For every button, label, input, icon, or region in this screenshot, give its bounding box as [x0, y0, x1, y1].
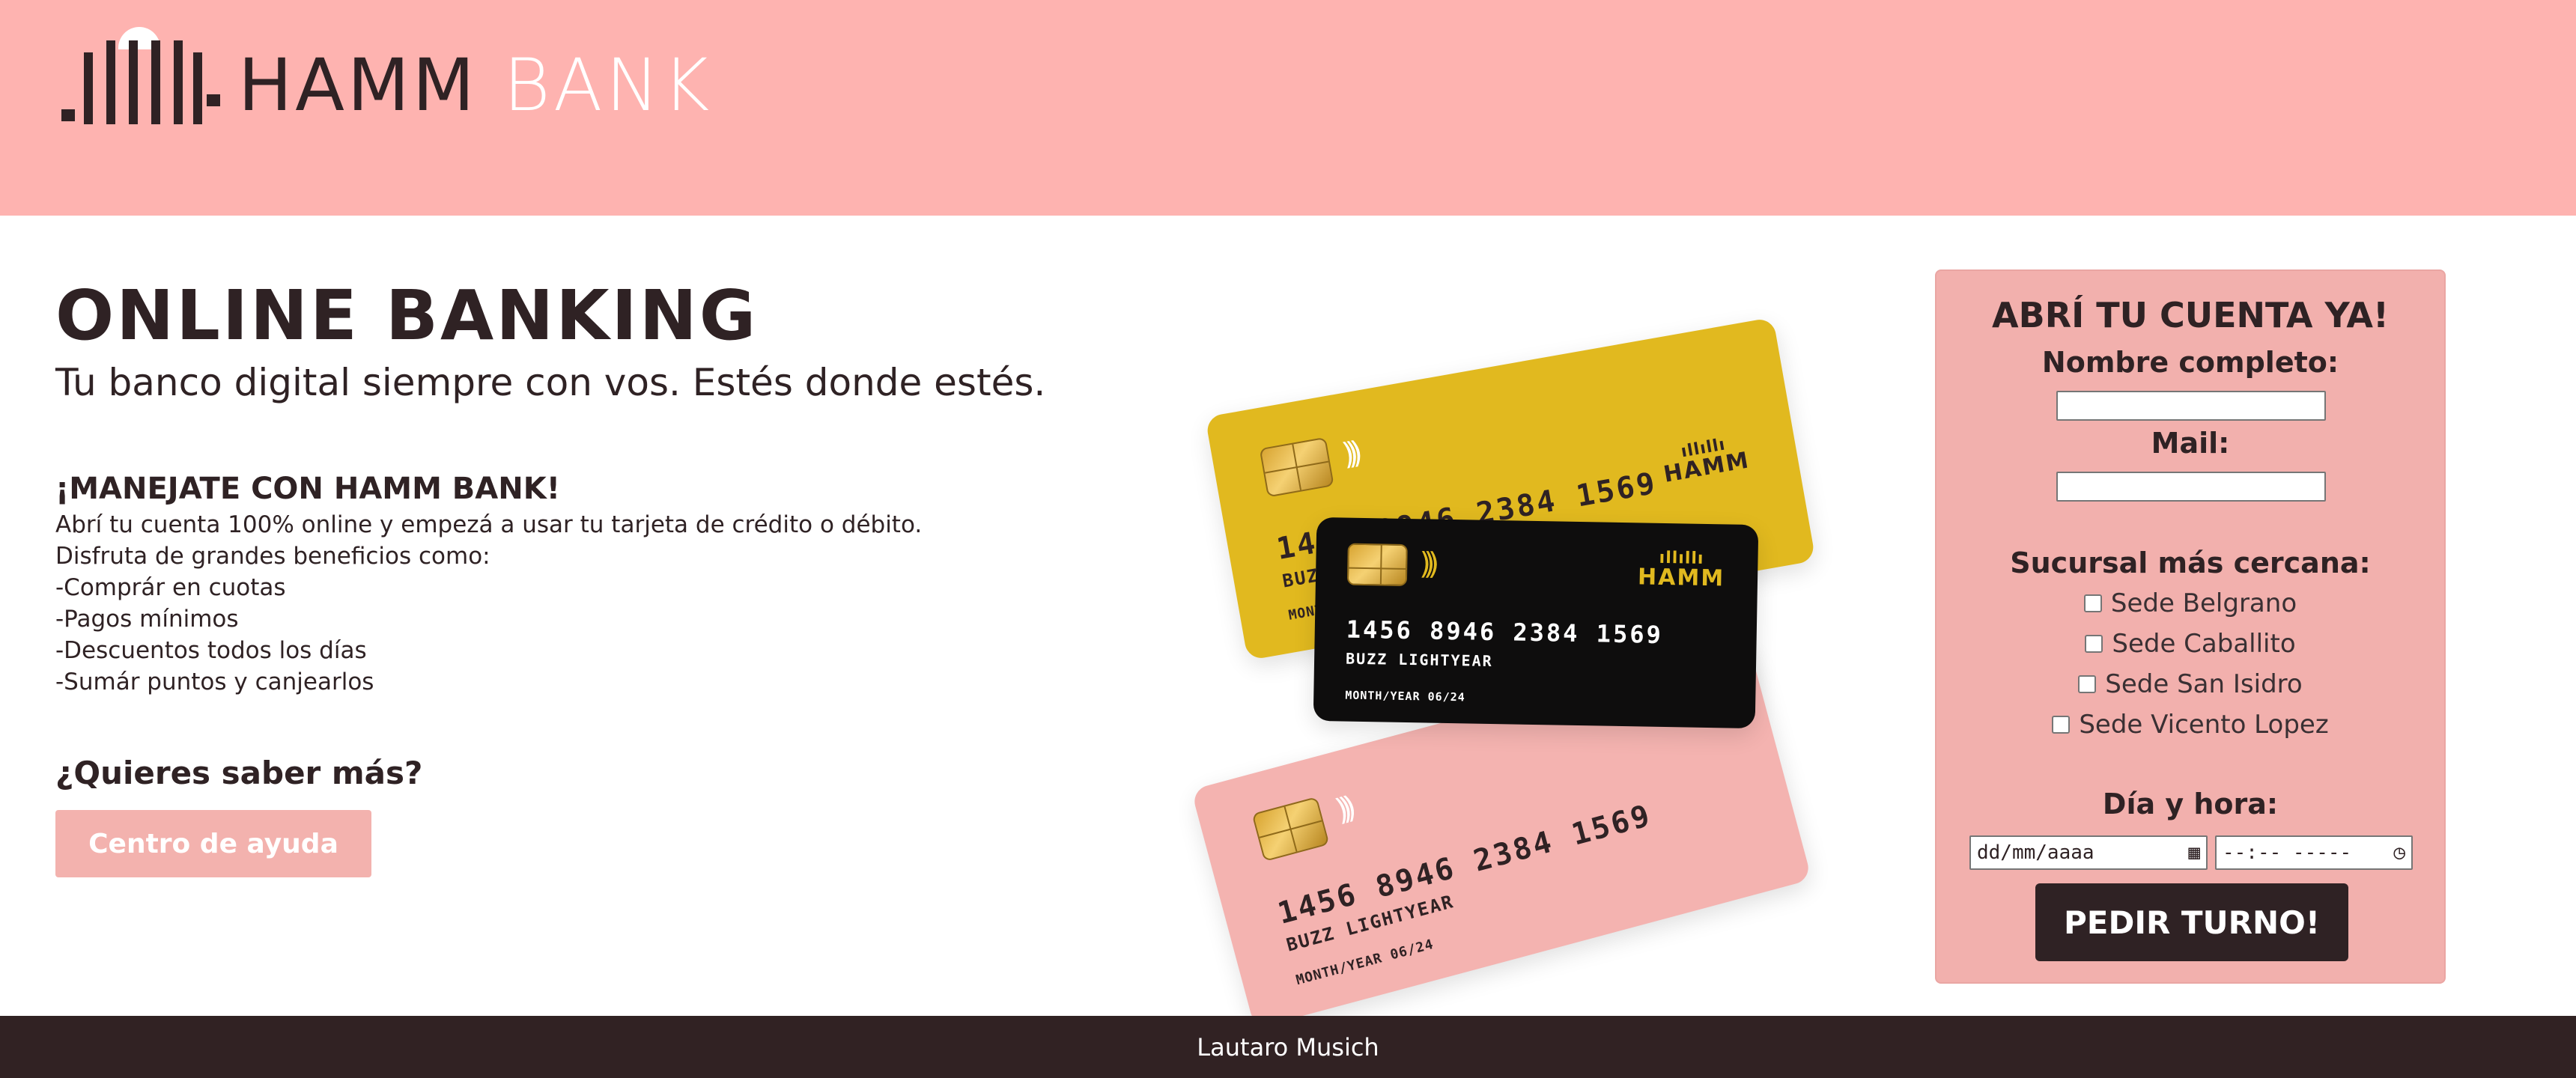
chip-icon: [1346, 543, 1408, 586]
contactless-icon: ))): [1418, 546, 1433, 582]
date-field[interactable]: dd/mm/aaaa ▦: [1969, 835, 2208, 870]
branch-option-label: Sede Caballito: [2112, 629, 2296, 659]
promo-title: ¡MANEJATE CON HAMM BANK!: [55, 472, 560, 506]
footer-author: Lautaro Musich: [1197, 1032, 1379, 1062]
promo-line: -Comprár en cuotas: [55, 574, 286, 601]
checkbox[interactable]: [2083, 594, 2102, 612]
open-account-form: ABRÍ TU CUENTA YA! Nombre completo: Mail…: [1935, 270, 2446, 984]
calendar-icon[interactable]: ▦: [2188, 841, 2200, 864]
card-expiry: MONTH/YEAR 06/24: [1345, 688, 1465, 704]
card-brand: ıllıllı HAMM: [1661, 435, 1752, 488]
branch-label: Sucursal más cercana:: [2010, 546, 2371, 579]
clock-icon[interactable]: ◷: [2393, 841, 2405, 864]
credit-cards-image: ))) ıllıllı HAMM 1456 8946 2384 1569 BUZZ…: [1191, 299, 1816, 1029]
request-appointment-button[interactable]: PEDIR TURNO!: [2035, 883, 2348, 961]
help-center-button[interactable]: Centro de ayuda: [55, 810, 371, 877]
branch-option-caballito[interactable]: Sede Caballito: [1936, 629, 2444, 659]
chip-icon: [1251, 797, 1330, 862]
card-number: 1456 8946 2384 1569: [1274, 798, 1656, 931]
black-card: ))) ıllıllı HAMM 1456 8946 2384 1569 BUZZ…: [1313, 517, 1759, 729]
branch-option-label: Sede San Isidro: [2105, 669, 2303, 699]
card-brand: ıllıllı HAMM: [1637, 548, 1725, 592]
site-header: HAMM BANK: [0, 0, 2576, 216]
site-footer: Lautaro Musich: [0, 1016, 2576, 1078]
logo-wordmark: HAMM BANK: [238, 49, 712, 124]
time-field[interactable]: --:-- ----- ◷: [2215, 835, 2413, 870]
promo-line: -Sumár puntos y canjearlos: [55, 669, 374, 695]
mail-label: Mail:: [2151, 427, 2230, 460]
promo-line: Disfruta de grandes beneficios como:: [55, 543, 490, 570]
promo-line: -Descuentos todos los días: [55, 637, 367, 664]
hero-subtitle: Tu banco digital siempre con vos. Estés …: [55, 361, 1046, 404]
contactless-icon: ))): [1331, 791, 1353, 829]
hamm-bank-logo[interactable]: HAMM BANK: [61, 27, 712, 124]
name-label: Nombre completo:: [2041, 346, 2339, 379]
branch-option-san-isidro[interactable]: Sede San Isidro: [1936, 669, 2444, 699]
bank-logo-icon: [61, 27, 220, 124]
checkbox[interactable]: [2052, 716, 2071, 734]
name-field[interactable]: [2056, 391, 2326, 421]
mail-field[interactable]: [2056, 472, 2326, 502]
promo-text: Abrí tu cuenta 100% online y empezá a us…: [55, 509, 922, 698]
form-title: ABRÍ TU CUENTA YA!: [1992, 295, 2389, 335]
datetime-label: Día y hora:: [2102, 788, 2279, 820]
branch-option-label: Sede Belgrano: [2110, 588, 2297, 618]
branch-option-label: Sede Vicento Lopez: [2079, 710, 2329, 740]
checkbox[interactable]: [2078, 675, 2097, 693]
hero-title: ONLINE BANKING: [55, 275, 759, 356]
contactless-icon: ))): [1339, 436, 1358, 472]
branch-option-belgrano[interactable]: Sede Belgrano: [1936, 588, 2444, 618]
more-info-title: ¿Quieres saber más?: [55, 755, 423, 791]
promo-line: -Pagos mínimos: [55, 606, 239, 633]
time-placeholder: --:-- -----: [2223, 841, 2352, 864]
logo-word-hamm: HAMM: [238, 43, 478, 127]
checkbox[interactable]: [2085, 635, 2103, 653]
card-number: 1456 8946 2384 1569: [1346, 615, 1664, 649]
logo-word-bank: BANK: [503, 43, 713, 127]
promo-line: Abrí tu cuenta 100% online y empezá a us…: [55, 511, 923, 538]
card-holder: BUZZ LIGHTYEAR: [1345, 649, 1493, 671]
branch-option-vicente-lopez[interactable]: Sede Vicento Lopez: [1936, 710, 2444, 740]
chip-icon: [1259, 436, 1334, 498]
date-placeholder: dd/mm/aaaa: [1977, 841, 2094, 864]
